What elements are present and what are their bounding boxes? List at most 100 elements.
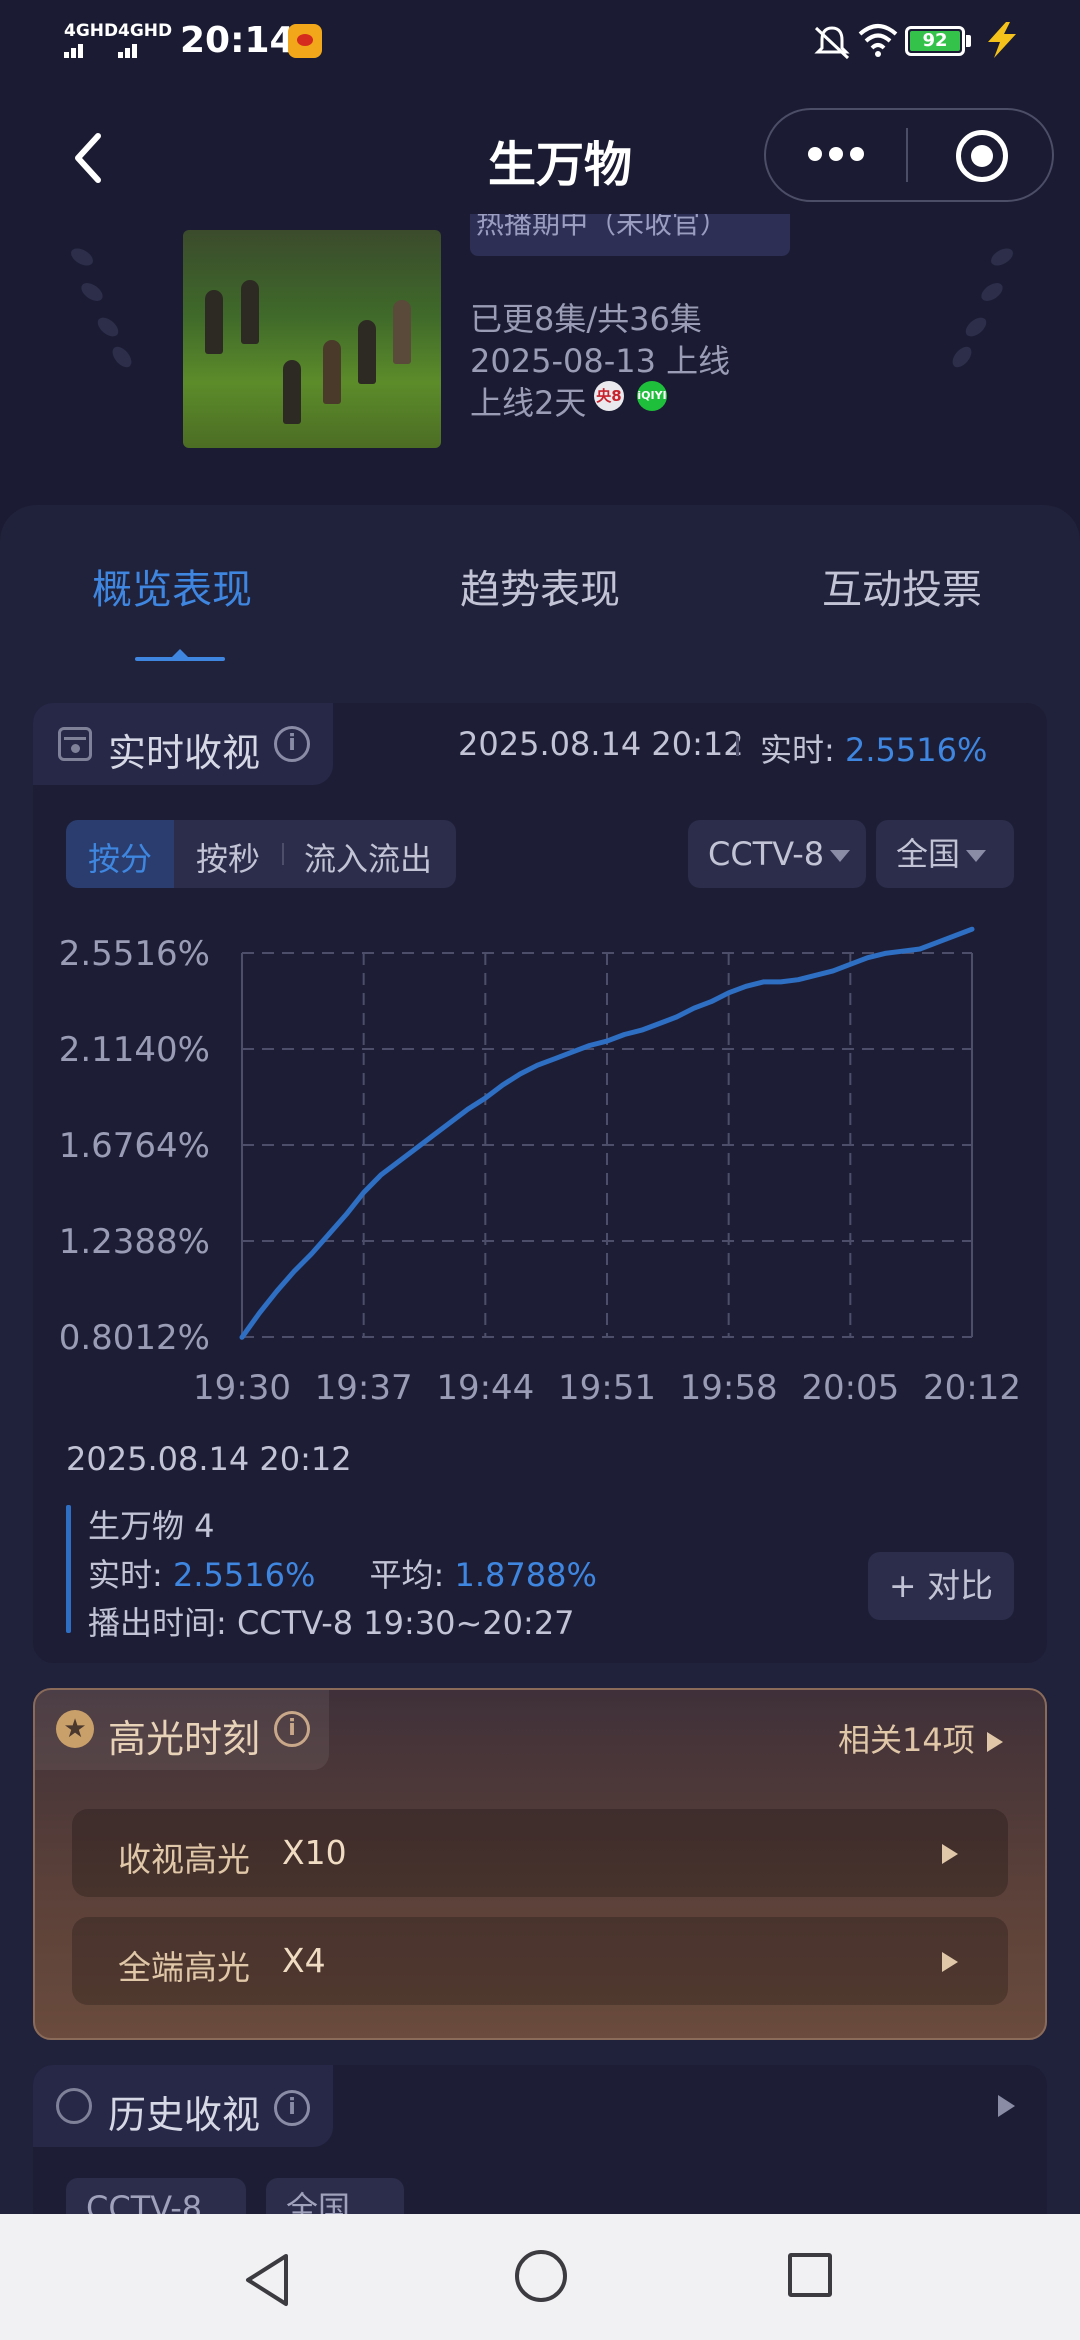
poster-figure bbox=[241, 280, 259, 344]
realtime-title: 实时收视 bbox=[108, 731, 261, 775]
battery-icon: 92 bbox=[905, 26, 965, 56]
more-icon-dot[interactable] bbox=[829, 147, 843, 161]
tooltip-avg-label: 平均: bbox=[369, 1556, 455, 1594]
y-tick-label: 2.5516% bbox=[59, 934, 210, 974]
charging-icon bbox=[988, 22, 1016, 58]
y-tick-label: 0.8012% bbox=[59, 1318, 210, 1358]
highlights-related-label: 相关14项 bbox=[838, 1721, 975, 1759]
online-days: 上线2天 bbox=[470, 384, 587, 422]
status-bar: 4GHD 4GHD 20:14 92 bbox=[0, 0, 1080, 80]
compare-button[interactable]: + 对比 bbox=[868, 1552, 1014, 1620]
chart-grid bbox=[241, 952, 973, 1338]
info-icon[interactable]: i bbox=[274, 1711, 310, 1747]
highlights-title: 高光时刻 bbox=[108, 1717, 261, 1761]
x-axis-labels: 19:30 19:37 19:44 19:51 19:58 20:05 20:12 bbox=[193, 1368, 1021, 1408]
release-date: 2025-08-13 上线 bbox=[470, 342, 731, 380]
x-tick-label: 19:37 bbox=[315, 1368, 413, 1408]
segment-by-second[interactable]: 按秒 bbox=[196, 834, 260, 880]
realtime-label: 实时: bbox=[760, 731, 845, 769]
realtime-rating: 实时: 2.5516% bbox=[760, 725, 987, 771]
highlight-label: 全端高光 bbox=[118, 1948, 250, 1987]
star-icon: ★ bbox=[56, 1710, 94, 1748]
x-tick-label: 19:44 bbox=[436, 1368, 534, 1408]
film-reel-icon bbox=[56, 2088, 92, 2124]
realtime-rating-chart[interactable]: 2.5516% 2.1140% 1.6764% 1.2388% 0.8012% 19:3… bbox=[40, 920, 1040, 1410]
laurel-icon bbox=[988, 244, 1016, 270]
signal-label-2: 4GHD bbox=[118, 21, 173, 41]
laurel-icon bbox=[68, 244, 96, 270]
mute-bell-icon bbox=[814, 26, 850, 60]
calendar-icon bbox=[58, 727, 92, 761]
info-icon[interactable]: i bbox=[274, 726, 310, 762]
poster-figure bbox=[323, 340, 341, 404]
system-recents-button[interactable] bbox=[788, 2253, 832, 2297]
system-home-button[interactable] bbox=[515, 2250, 567, 2302]
segment-flow[interactable]: 流入流出 bbox=[304, 834, 432, 880]
tooltip-airtime: 播出时间: CCTV-8 19:30~20:27 bbox=[88, 1604, 575, 1642]
back-button[interactable] bbox=[68, 130, 108, 186]
segment-by-minute[interactable]: 按分 bbox=[88, 834, 152, 880]
poster-figure bbox=[283, 360, 301, 424]
signal-bars-icon bbox=[64, 40, 85, 58]
tab-vote[interactable]: 互动投票 bbox=[822, 557, 982, 615]
laurel-icon bbox=[94, 313, 122, 341]
channel-select[interactable]: CCTV-8 bbox=[688, 820, 866, 888]
capsule-divider bbox=[906, 128, 908, 182]
realtime-timestamp: 2025.08.14 20:12 bbox=[458, 725, 744, 763]
tab-indicator bbox=[135, 649, 225, 661]
region-select-value: 全国 bbox=[896, 835, 961, 873]
region-select[interactable]: 全国 bbox=[876, 820, 1014, 888]
close-miniapp-icon[interactable] bbox=[956, 130, 1008, 182]
segment-divider bbox=[282, 843, 284, 865]
tooltip-time: 2025.08.14 20:12 bbox=[66, 1440, 352, 1478]
episode-count: 已更8集/共36集 bbox=[470, 300, 702, 338]
y-tick-label: 2.1140% bbox=[59, 1030, 210, 1070]
wifi-icon bbox=[858, 24, 898, 57]
tab-trend[interactable]: 趋势表现 bbox=[460, 557, 620, 615]
tooltip-live-label: 实时: bbox=[88, 1556, 173, 1594]
x-tick-label: 19:30 bbox=[193, 1368, 291, 1408]
weibo-notification-icon bbox=[288, 24, 322, 58]
tooltip-avg-value: 1.8788% bbox=[454, 1556, 597, 1594]
tab-overview[interactable]: 概览表现 bbox=[92, 557, 252, 615]
page-title: 生万物 bbox=[487, 137, 632, 193]
signal-label-1: 4GHD bbox=[64, 21, 119, 41]
more-icon-dot[interactable] bbox=[850, 147, 864, 161]
airing-status-tag: 热播期中（未收官） bbox=[470, 214, 790, 256]
laurel-icon bbox=[962, 313, 990, 341]
x-tick-label: 20:12 bbox=[923, 1368, 1021, 1408]
more-icon[interactable] bbox=[808, 147, 822, 161]
highlight-label: 收视高光 bbox=[118, 1840, 250, 1879]
realtime-value: 2.5516% bbox=[844, 731, 988, 769]
battery-level: 92 bbox=[910, 31, 960, 51]
play-arrow-icon[interactable] bbox=[998, 2095, 1015, 2117]
signal-indicator-2: 4GHD bbox=[118, 22, 172, 58]
y-tick-label: 1.2388% bbox=[59, 1222, 210, 1262]
system-back-button[interactable] bbox=[242, 2252, 292, 2308]
highlight-count: X4 bbox=[282, 1941, 326, 1980]
history-title: 历史收视 bbox=[108, 2093, 261, 2137]
laurel-icon bbox=[108, 343, 136, 371]
cctv8-platform-badge: 央8 bbox=[594, 381, 624, 411]
play-arrow-icon bbox=[942, 1844, 958, 1864]
highlights-related-link[interactable]: 相关14项 bbox=[838, 1715, 1003, 1761]
show-poster[interactable] bbox=[183, 230, 441, 448]
play-arrow-icon bbox=[942, 1952, 958, 1972]
channel-select-value: CCTV-8 bbox=[708, 835, 825, 873]
clock: 20:14 bbox=[180, 20, 295, 61]
highlight-count: X10 bbox=[282, 1833, 347, 1872]
info-icon[interactable]: i bbox=[274, 2090, 310, 2126]
iqiyi-platform-badge: iQIYI bbox=[637, 381, 667, 411]
tooltip-ratings: 实时: 2.5516% 平均: 1.8788% bbox=[88, 1550, 597, 1596]
separator bbox=[736, 736, 739, 756]
poster-figure bbox=[393, 300, 411, 364]
series-color-bar bbox=[66, 1505, 71, 1633]
laurel-icon bbox=[78, 279, 106, 305]
y-axis-labels: 2.5516% 2.1140% 1.6764% 1.2388% 0.8012% bbox=[59, 934, 210, 1358]
laurel-icon bbox=[978, 279, 1006, 305]
battery-cap bbox=[966, 35, 971, 47]
x-tick-label: 20:05 bbox=[801, 1368, 899, 1408]
poster-figure bbox=[358, 320, 376, 384]
y-tick-label: 1.6764% bbox=[59, 1126, 210, 1166]
caret-down-icon bbox=[966, 850, 987, 862]
